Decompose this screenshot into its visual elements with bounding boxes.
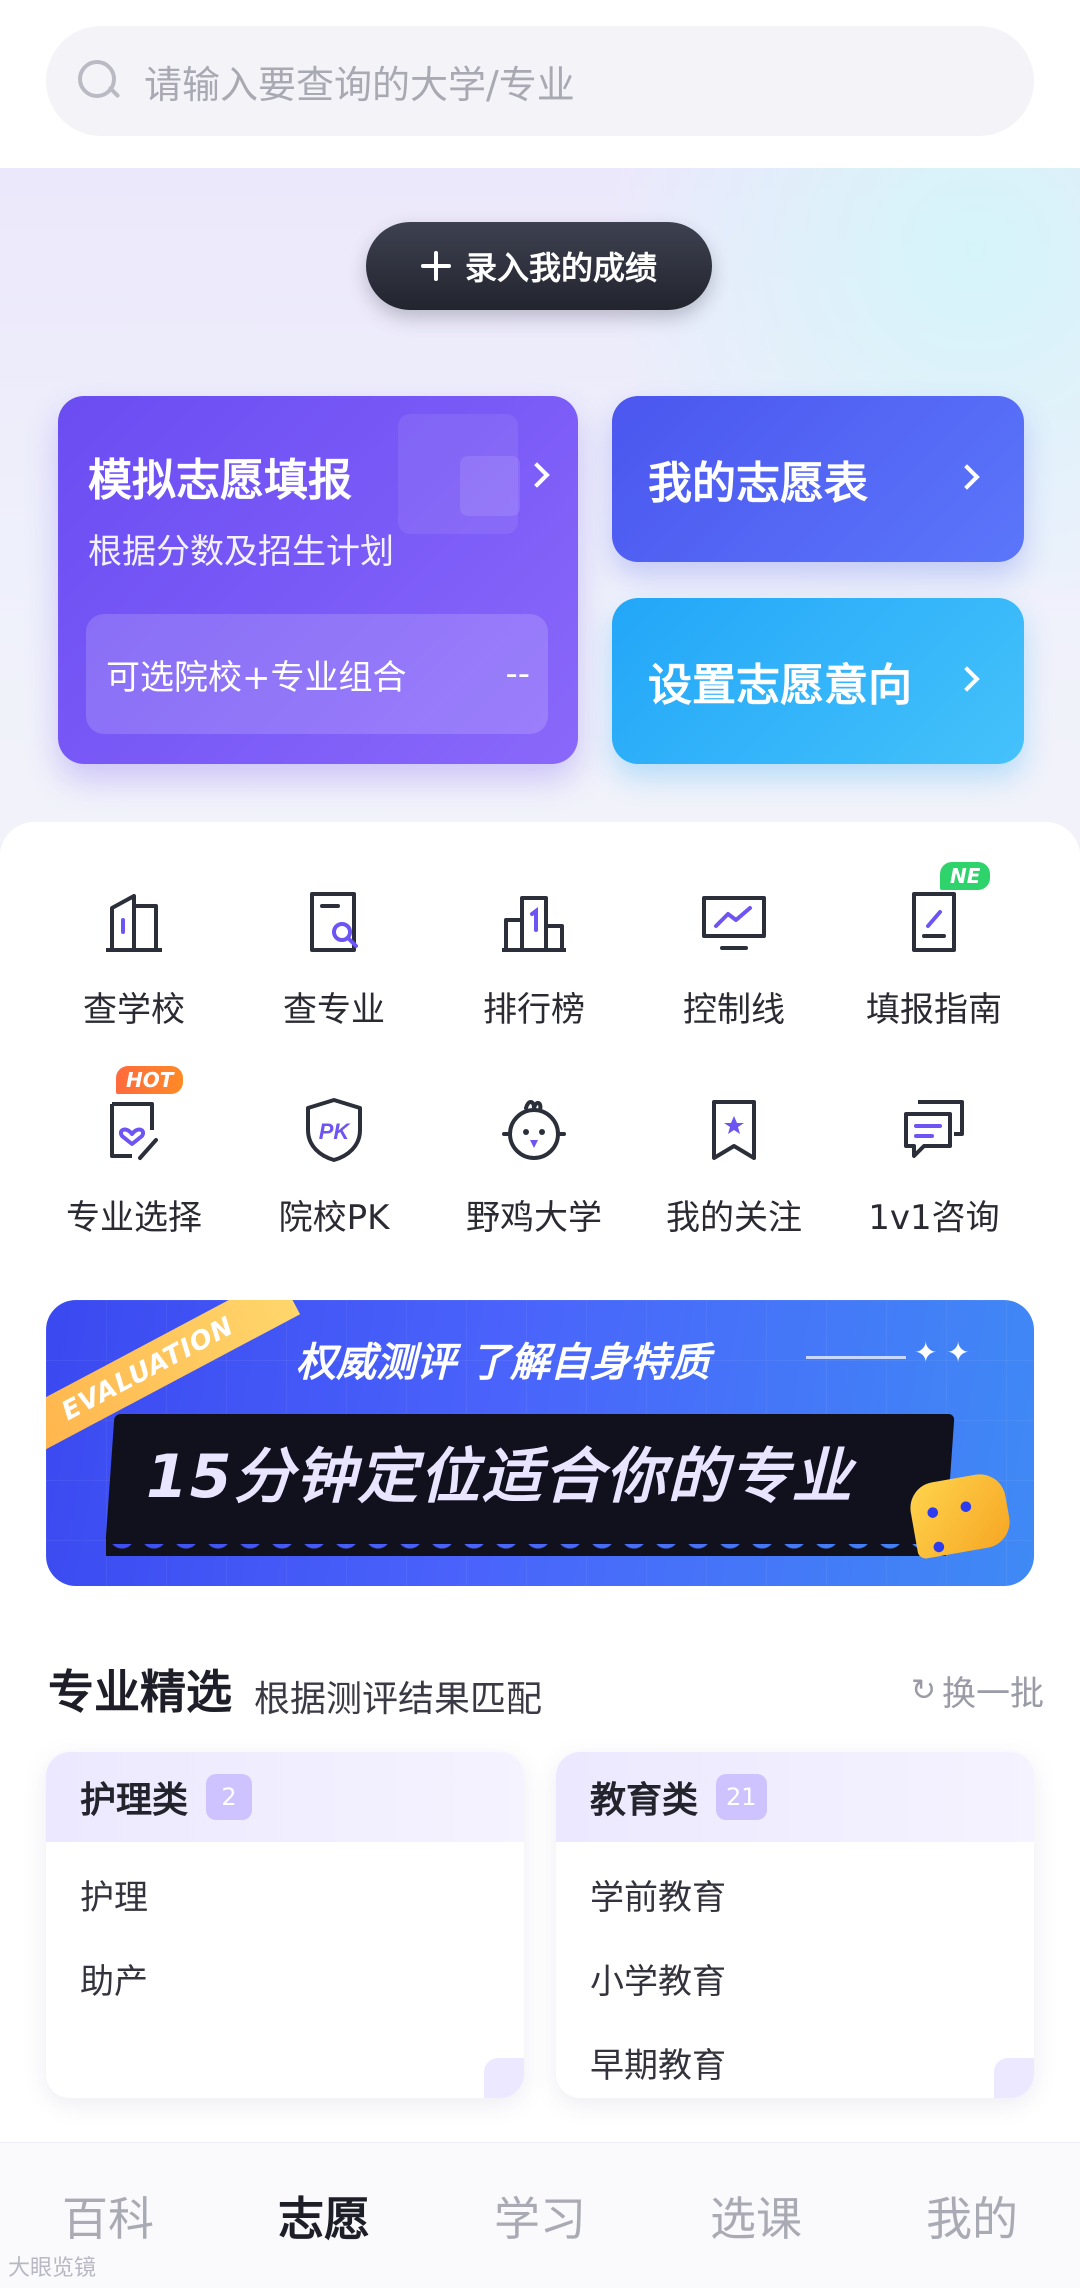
guide-edit-icon bbox=[912, 892, 956, 952]
tab-study[interactable]: 学习 bbox=[432, 2183, 648, 2249]
major-item[interactable]: 小学教育 bbox=[590, 1954, 726, 2003]
feature-label: 查专业 bbox=[283, 990, 385, 1030]
control-line-chart-icon bbox=[702, 896, 766, 950]
heart-document-icon bbox=[110, 1102, 158, 1160]
search-bar[interactable]: 请输入要查询的大学/专业 bbox=[46, 26, 1034, 136]
sim-card-subtitle: 根据分数及招生计划 bbox=[88, 532, 394, 572]
major-item[interactable]: 学前教育 bbox=[590, 1870, 726, 1919]
simulated-application-card[interactable]: 模拟志愿填报 根据分数及招生计划 可选院校+专业组合 -- bbox=[58, 396, 578, 764]
major-item[interactable]: 助产 bbox=[80, 1954, 148, 2003]
enter-score-button[interactable]: 录入我的成绩 bbox=[366, 222, 712, 310]
major-count-badge: 21 bbox=[716, 1774, 767, 1820]
watermark: 大眼览镜 bbox=[8, 2256, 97, 2281]
refresh-button[interactable]: ↻ 换一批 bbox=[911, 1666, 1044, 1715]
chevron-right-icon bbox=[954, 464, 980, 490]
my-table-label: 我的志愿表 bbox=[648, 458, 868, 509]
feature-diploma-mill[interactable]: 野鸡大学 bbox=[428, 1094, 628, 1284]
chat-consult-icon bbox=[904, 1100, 964, 1158]
feature-control-line[interactable]: 控制线 bbox=[628, 886, 828, 1076]
pk-shield-icon: PK bbox=[306, 1098, 362, 1162]
major-item[interactable]: 护理 bbox=[80, 1870, 148, 1919]
decoration bbox=[460, 456, 520, 516]
major-search-icon bbox=[310, 892, 358, 952]
ranking-icon bbox=[502, 896, 566, 952]
bookmark-star-icon bbox=[712, 1100, 756, 1160]
chicken-icon bbox=[502, 1100, 566, 1160]
new-badge: NE bbox=[940, 862, 991, 890]
set-intent-label: 设置志愿意向 bbox=[648, 660, 912, 711]
feature-guide[interactable]: NE 填报指南 bbox=[828, 862, 1028, 1076]
set-intent-card[interactable]: 设置志愿意向 bbox=[612, 598, 1024, 764]
feature-school-pk[interactable]: PK 院校PK bbox=[228, 1094, 428, 1284]
feature-label: 1v1咨询 bbox=[868, 1198, 1000, 1238]
tab-application[interactable]: 志愿 bbox=[216, 2183, 432, 2249]
feature-major-choice[interactable]: HOT 专业选择 bbox=[28, 1066, 228, 1284]
feature-label: 控制线 bbox=[683, 990, 785, 1030]
enter-score-label: 录入我的成绩 bbox=[464, 249, 657, 287]
feature-my-follow[interactable]: 我的关注 bbox=[628, 1094, 828, 1284]
feature-check-school[interactable]: 查学校 bbox=[28, 886, 228, 1076]
major-count-badge: 2 bbox=[206, 1774, 253, 1820]
feature-label: 填报指南 bbox=[866, 990, 1002, 1030]
feature-consult[interactable]: 1v1咨询 bbox=[828, 1094, 1028, 1284]
banner-headline: 权威测评 了解自身特质 bbox=[296, 1340, 710, 1386]
evaluation-banner[interactable]: EVALUATION 权威测评 了解自身特质 ✦ ✦ 15分钟定位适合你的专业 bbox=[46, 1300, 1034, 1586]
school-building-icon bbox=[106, 894, 162, 952]
major-item[interactable]: 早期教育 bbox=[590, 2038, 726, 2087]
sim-card-title: 模拟志愿填报 bbox=[88, 455, 352, 506]
card-corner-decoration bbox=[994, 2058, 1034, 2098]
tab-me[interactable]: 我的 bbox=[864, 2183, 1080, 2249]
chevron-right-icon bbox=[524, 462, 550, 488]
search-placeholder: 请输入要查询的大学/专业 bbox=[144, 62, 575, 107]
refresh-label: 换一批 bbox=[942, 1674, 1044, 1714]
feature-label: 院校PK bbox=[278, 1198, 390, 1238]
major-category-name: 教育类 bbox=[590, 1780, 699, 1821]
combo-row: 可选院校+专业组合 -- bbox=[86, 614, 548, 734]
search-area: 请输入要查询的大学/专业 bbox=[0, 0, 1080, 168]
major-card-education[interactable]: 教育类 21 学前教育 小学教育 早期教育 bbox=[556, 1752, 1034, 2098]
banner-divider bbox=[806, 1356, 906, 1359]
combo-value: -- bbox=[505, 654, 530, 694]
feature-label: 专业选择 bbox=[66, 1198, 202, 1238]
svg-text:PK: PK bbox=[319, 1119, 352, 1144]
major-category-name: 护理类 bbox=[80, 1780, 189, 1821]
feature-label: 查学校 bbox=[83, 990, 185, 1030]
banner-main-text: 15分钟定位适合你的专业 bbox=[146, 1442, 854, 1512]
search-icon bbox=[76, 58, 122, 104]
tab-course-selection[interactable]: 选课 bbox=[648, 2183, 864, 2249]
card-corner-decoration bbox=[484, 2058, 524, 2098]
major-card-header: 护理类 2 bbox=[46, 1752, 524, 1842]
section-title: 专业精选 bbox=[48, 1665, 232, 1719]
chevron-right-icon bbox=[954, 666, 980, 692]
sparkle-icon: ✦ ✦ bbox=[914, 1336, 970, 1369]
feature-label: 野鸡大学 bbox=[466, 1198, 602, 1238]
tab-encyclopedia[interactable]: 百科 bbox=[0, 2183, 216, 2249]
refresh-icon: ↻ bbox=[910, 1673, 936, 1708]
hot-badge: HOT bbox=[116, 1066, 184, 1094]
my-application-table-card[interactable]: 我的志愿表 bbox=[612, 396, 1024, 562]
feature-check-major[interactable]: 查专业 bbox=[228, 886, 428, 1076]
major-card-nursing[interactable]: 护理类 2 护理 助产 bbox=[46, 1752, 524, 2098]
feature-label: 我的关注 bbox=[666, 1198, 802, 1238]
ticket-edge bbox=[106, 1536, 946, 1556]
plus-icon bbox=[420, 251, 451, 281]
major-card-header: 教育类 21 bbox=[556, 1752, 1034, 1842]
section-subtitle: 根据测评结果匹配 bbox=[254, 1679, 543, 1720]
feature-label: 排行榜 bbox=[483, 990, 585, 1030]
combo-label: 可选院校+专业组合 bbox=[106, 657, 407, 698]
feature-ranking[interactable]: 排行榜 bbox=[428, 886, 628, 1076]
bottom-tab-bar: 百科 志愿 学习 选课 我的 大眼览镜 bbox=[0, 2142, 1080, 2288]
